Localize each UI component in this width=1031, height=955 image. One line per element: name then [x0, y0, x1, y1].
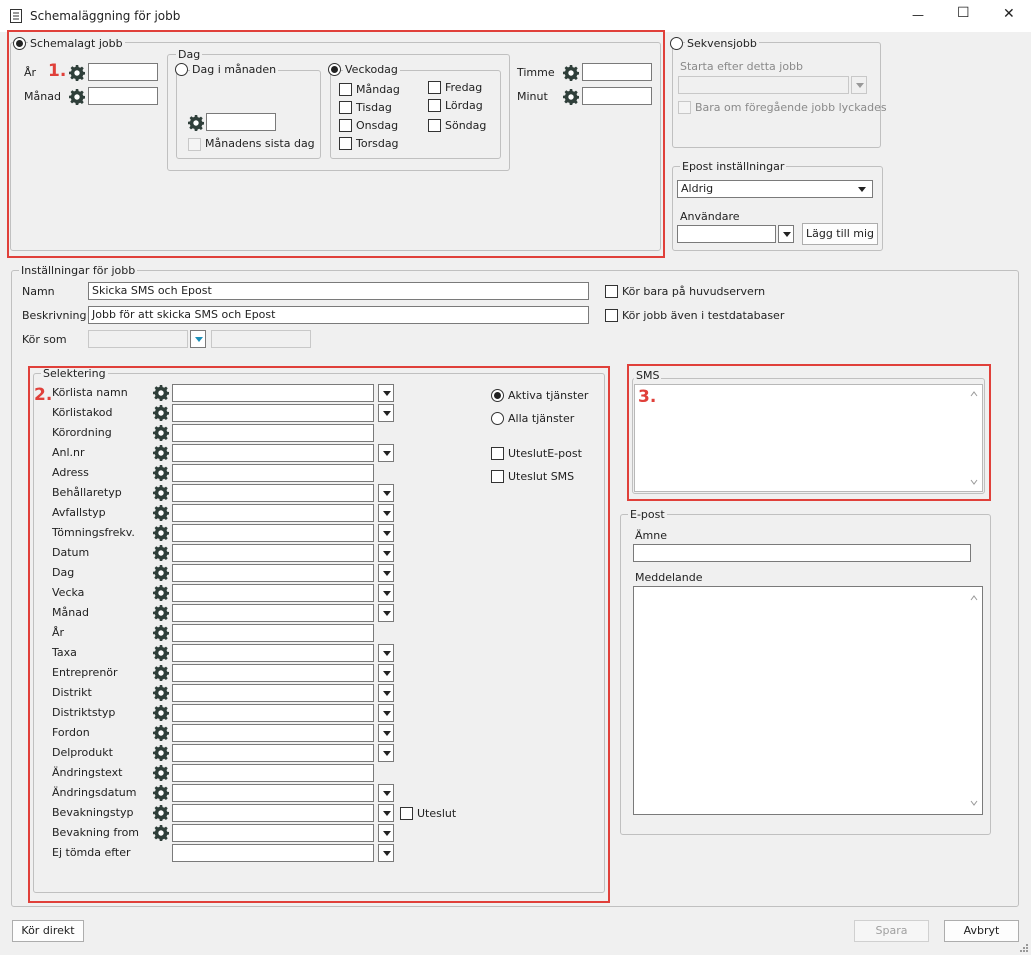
subject-input[interactable]	[633, 544, 971, 562]
also-test-db-checkbox[interactable]	[605, 309, 618, 322]
sequence-job-radio[interactable]	[670, 37, 683, 50]
email-label: E-post	[628, 508, 667, 521]
description-label: Beskrivning	[22, 309, 87, 322]
annotation-number-2: 2.	[34, 385, 53, 405]
highlight-box-1	[7, 30, 665, 258]
users-dropdown-button[interactable]	[778, 225, 794, 243]
document-icon	[10, 9, 22, 23]
run-now-button[interactable]: Kör direkt	[12, 920, 84, 942]
sequence-job-group	[672, 42, 881, 148]
name-label: Namn	[22, 285, 55, 298]
subject-label: Ämne	[635, 529, 667, 542]
description-input[interactable]: Jobb för att skicka SMS och Epost	[88, 306, 589, 324]
annotation-number-1: 1.	[48, 61, 67, 81]
scroll-down-icon[interactable]	[969, 798, 979, 808]
main-server-only-label: Kör bara på huvudservern	[622, 285, 766, 298]
start-after-dropdown-button[interactable]	[851, 76, 867, 94]
close-button[interactable]: ✕	[1003, 7, 1015, 21]
start-after-select[interactable]	[678, 76, 849, 94]
scroll-up-icon[interactable]	[969, 593, 979, 603]
run-as-select[interactable]	[88, 330, 188, 348]
email-settings-label: Epost inställningar	[680, 160, 787, 173]
users-select[interactable]	[677, 225, 776, 243]
only-if-success-label: Bara om föregående jobb lyckades	[695, 101, 887, 114]
title-bar: Schemaläggning för jobb — ☐ ✕	[0, 0, 1031, 32]
save-button[interactable]: Spara	[854, 920, 929, 942]
chevron-down-icon	[858, 187, 866, 192]
cancel-button[interactable]: Avbryt	[944, 920, 1019, 942]
highlight-box-2	[28, 366, 610, 903]
run-as-dropdown-button[interactable]	[190, 330, 206, 348]
run-as-password[interactable]	[211, 330, 311, 348]
run-as-label: Kör som	[22, 333, 67, 346]
window-title: Schemaläggning för jobb	[30, 9, 181, 23]
email-message-textarea[interactable]	[633, 586, 983, 815]
message-label: Meddelande	[635, 571, 703, 584]
only-if-success-checkbox[interactable]	[678, 101, 691, 114]
main-server-only-checkbox[interactable]	[605, 285, 618, 298]
sequence-job-label: Sekvensjobb	[685, 37, 759, 50]
also-test-db-label: Kör jobb även i testdatabaser	[622, 309, 785, 322]
name-input[interactable]: Skicka SMS och Epost	[88, 282, 589, 300]
start-after-label: Starta efter detta jobb	[680, 60, 804, 73]
highlight-box-3	[627, 364, 991, 501]
users-label: Användare	[680, 210, 740, 223]
job-settings-label: Inställningar för jobb	[19, 264, 138, 277]
maximize-button[interactable]: ☐	[957, 6, 970, 20]
email-frequency-select[interactable]: Aldrig	[677, 180, 873, 198]
annotation-number-3: 3.	[638, 387, 657, 407]
minimize-button[interactable]: —	[912, 9, 924, 22]
add-me-button[interactable]: Lägg till mig	[802, 223, 878, 245]
resize-grip-icon[interactable]	[1018, 942, 1029, 953]
